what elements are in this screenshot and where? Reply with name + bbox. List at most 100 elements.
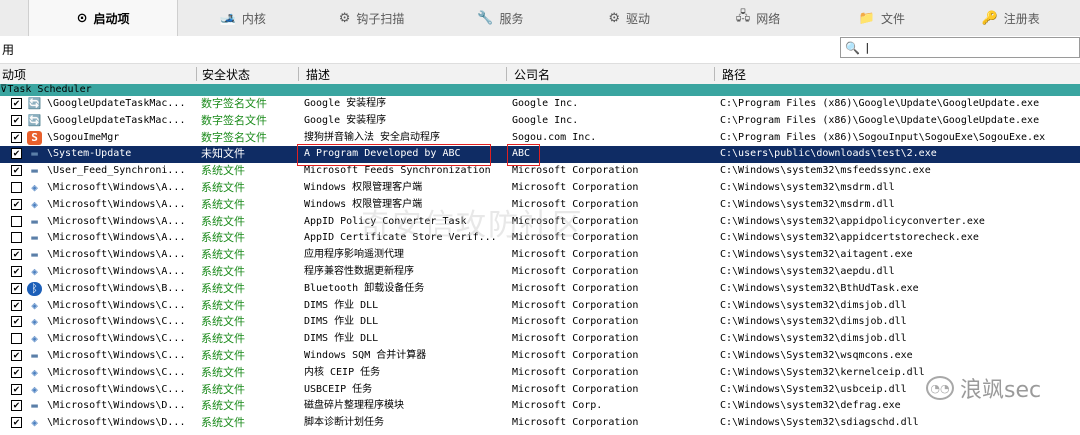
row-description: 磁盘碎片整理程序模块	[304, 400, 404, 412]
row-company: Microsoft Corporation	[512, 249, 639, 261]
table-row[interactable]: ✔ ▬ \System-Update 未知文件 A Program Developed …	[0, 146, 1080, 164]
row-company: Microsoft Corporation	[512, 333, 639, 345]
row-checkbox[interactable]: ✔	[11, 148, 22, 160]
row-name: \Microsoft\Windows\A...	[47, 198, 186, 210]
tab-1[interactable]: 🎿 内核	[178, 0, 307, 36]
column-signature[interactable]: 安全状态	[202, 66, 250, 83]
search-icon[interactable]: 🔍	[845, 41, 860, 55]
row-checkbox[interactable]	[11, 333, 22, 345]
row-company: Microsoft Corporation	[512, 316, 639, 328]
table-row[interactable]: ◈ \Microsoft\Windows\C... 系统文件 DIMS 作业 DLL M…	[0, 331, 1080, 348]
table-row[interactable]: ✔ ◈ \Microsoft\Windows\C... 系统文件 USBCEIP 任务 M…	[0, 382, 1080, 399]
app-icon: ◈	[31, 315, 38, 329]
row-checkbox[interactable]: ✔	[11, 383, 22, 395]
row-name: \Microsoft\Windows\A...	[47, 215, 186, 227]
table-row[interactable]: ✔ ▬ \User_Feed_Synchroni... 系统文件 Microsoft F…	[0, 163, 1080, 180]
search-input[interactable]	[861, 40, 1056, 55]
row-path: C:\Windows\system32\msfeedssync.exe	[720, 165, 931, 177]
app-icon: ◈	[31, 265, 38, 278]
tab-bar: ⊙ 启动项 🎿 内核 ⚙ 钩子扫描 🔧 服务 ⚙ 驱动 🖧 网络 📁 文件 🔑 注册表	[0, 0, 1080, 37]
row-company: Microsoft Corporation	[512, 350, 639, 361]
row-company: Microsoft Corp.	[512, 400, 603, 412]
row-checkbox[interactable]: ✔	[11, 350, 22, 361]
row-signature: 系统文件	[201, 399, 245, 413]
row-company: Google Inc.	[512, 98, 579, 109]
row-checkbox[interactable]: ✔	[11, 98, 22, 109]
row-checkbox[interactable]: ✔	[11, 266, 22, 277]
radio-icon: ⊙	[76, 10, 88, 26]
row-signature: 系统文件	[201, 332, 245, 346]
column-divider[interactable]	[196, 67, 197, 81]
table-row[interactable]: ✔ ◈ \Microsoft\Windows\A... 系统文件 程序兼容性数据更新程序…	[0, 264, 1080, 281]
tab-label: 网络	[756, 11, 781, 26]
table-row[interactable]: ✔ ▬ \Microsoft\Windows\C... 系统文件 Windows SQM…	[0, 348, 1080, 365]
table-row[interactable]: ✔ ▬ \Microsoft\Windows\D... 系统文件 磁盘碎片整理程序模块 M…	[0, 398, 1080, 415]
column-name[interactable]: 动项	[2, 66, 26, 83]
row-checkbox[interactable]: ✔	[11, 400, 22, 412]
service-icon: 🔧	[477, 10, 494, 26]
table-row[interactable]: ✔ ◈ \Microsoft\Windows\D... 系统文件 脚本诊断计划任务 Mic…	[0, 415, 1080, 432]
row-signature: 系统文件	[201, 265, 245, 278]
column-description[interactable]: 描述	[306, 66, 330, 83]
row-checkbox[interactable]: ✔	[11, 316, 22, 328]
tab-7[interactable]: 🔑 注册表	[941, 0, 1080, 36]
group-label: Task Scheduler	[7, 84, 92, 95]
tab-3[interactable]: 🔧 服务	[436, 0, 565, 36]
toolbar: 用 🔍	[0, 36, 1080, 61]
row-path: C:\Windows\system32\BthUdTask.exe	[720, 282, 919, 294]
table-row[interactable]: ✔ 🔄 \GoogleUpdateTaskMac... 数字签名文件 Google 安装…	[0, 113, 1080, 130]
row-company: Microsoft Corporation	[512, 366, 639, 378]
table-row[interactable]: ✔ 🔄 \GoogleUpdateTaskMac... 数字签名文件 Google 安装…	[0, 96, 1080, 113]
table-row[interactable]: ✔ ▬ \Microsoft\Windows\A... 系统文件 应用程序影响遥测代理 M…	[0, 247, 1080, 264]
row-signature: 数字签名文件	[201, 130, 267, 144]
search-box[interactable]: 🔍	[840, 37, 1080, 58]
row-name: \Microsoft\Windows\A...	[47, 266, 186, 277]
column-divider[interactable]	[506, 67, 507, 81]
tab-2[interactable]: ⚙ 钩子扫描	[307, 0, 436, 36]
row-checkbox[interactable]: ✔	[11, 131, 22, 143]
tab-6[interactable]: 📁 文件	[822, 0, 941, 36]
row-name: \Microsoft\Windows\C...	[47, 299, 186, 311]
table-row[interactable]: ✔ ◈ \Microsoft\Windows\C... 系统文件 DIMS 作业 DLL…	[0, 314, 1080, 331]
row-checkbox[interactable]: ✔	[11, 165, 22, 177]
row-name: \Microsoft\Windows\C...	[47, 333, 186, 345]
row-company: Microsoft Corporation	[512, 282, 639, 294]
row-checkbox[interactable]: ✔	[11, 282, 22, 294]
row-signature: 系统文件	[201, 164, 245, 178]
row-checkbox[interactable]: ✔	[11, 417, 22, 429]
row-signature: 数字签名文件	[201, 113, 267, 127]
row-checkbox[interactable]	[11, 215, 22, 227]
table-row[interactable]: ✔ ◈ \Microsoft\Windows\C... 系统文件 DIMS 作业 DLL…	[0, 298, 1080, 315]
row-checkbox[interactable]	[11, 232, 22, 244]
tab-0[interactable]: ⊙ 启动项	[27, 0, 179, 36]
tab-label: 内核	[241, 11, 266, 26]
row-checkbox[interactable]: ✔	[11, 198, 22, 210]
table-row[interactable]: ✔ S \SogouImeMgr 数字签名文件 搜狗拼音输入法 安全启动程序 Sogou.…	[0, 130, 1080, 147]
brand: ◔◔ 浪飒sec	[926, 372, 1041, 404]
table-row[interactable]: ◈ \Microsoft\Windows\A... 系统文件 Windows 权限管理…	[0, 180, 1080, 197]
brand-text: 浪飒sec	[960, 378, 1042, 403]
column-divider[interactable]	[298, 67, 299, 81]
column-path[interactable]: 路径	[722, 66, 746, 83]
row-checkbox[interactable]: ✔	[11, 299, 22, 311]
row-checkbox[interactable]: ✔	[11, 366, 22, 378]
column-divider[interactable]	[714, 67, 715, 81]
row-name: \SogouImeMgr	[47, 131, 120, 143]
row-checkbox[interactable]: ✔	[11, 114, 22, 126]
row-name: \Microsoft\Windows\D...	[47, 417, 186, 429]
tab-label: 服务	[499, 11, 524, 26]
row-checkbox[interactable]: ✔	[11, 249, 22, 261]
table-row[interactable]: ✔ ᛒ \Microsoft\Windows\B... 系统文件 Bluetooth 卸…	[0, 281, 1080, 298]
tab-4[interactable]: ⚙ 驱动	[565, 0, 694, 36]
row-company: Microsoft Corporation	[512, 417, 639, 429]
table-row[interactable]: ✔ ◈ \Microsoft\Windows\C... 系统文件 内核 CEIP 任务 M…	[0, 365, 1080, 382]
tab-5[interactable]: 🖧 网络	[694, 0, 823, 36]
wechat-icon: ◔◔	[926, 376, 954, 400]
row-name: \Microsoft\Windows\C...	[47, 316, 186, 328]
column-company[interactable]: 公司名	[514, 66, 550, 83]
row-description: DIMS 作业 DLL	[304, 299, 379, 311]
row-description: 内核 CEIP 任务	[304, 366, 381, 378]
row-description: Windows 权限管理客户端	[304, 182, 423, 193]
row-checkbox[interactable]	[11, 182, 22, 193]
group-header[interactable]: ⊽Task Scheduler	[0, 84, 1080, 96]
